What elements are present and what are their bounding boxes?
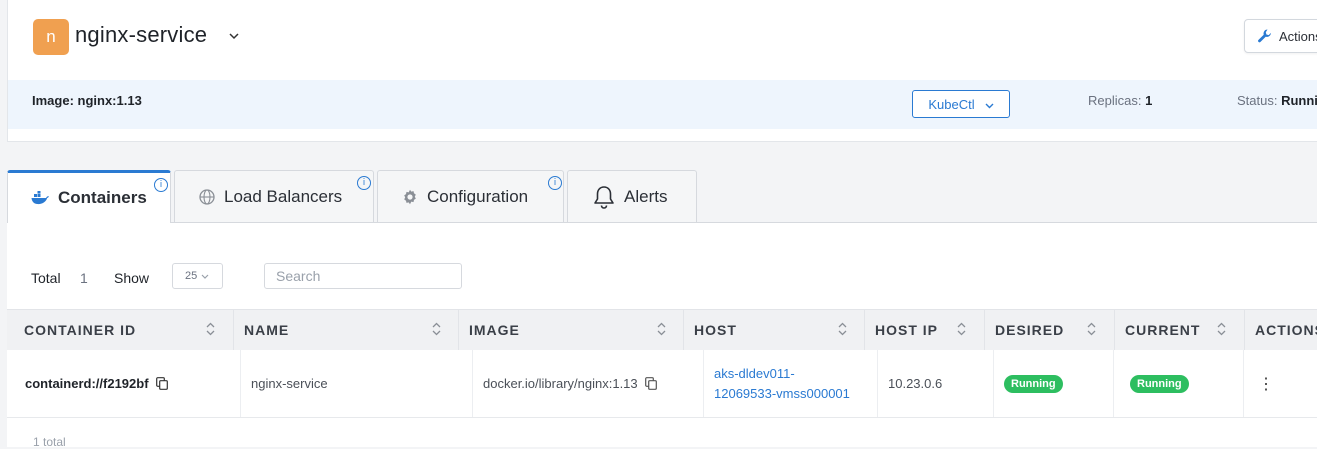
status-value: Running	[1281, 93, 1317, 108]
replicas-label: Replicas:	[1088, 93, 1142, 108]
actions-label: Actions	[1279, 28, 1317, 44]
cell-desired: Running	[993, 350, 1113, 417]
tab-label: Containers	[58, 188, 147, 207]
globe-icon	[199, 188, 215, 205]
host-link[interactable]: aks-dldev011- 12069533-vmss000001	[714, 364, 850, 404]
status-badge: Running	[1130, 374, 1189, 393]
page-title[interactable]: nginx-service	[75, 22, 207, 48]
column-label: HOST IP	[875, 322, 939, 338]
cell-actions: ⋮	[1243, 350, 1317, 417]
status-label: Status:	[1237, 93, 1278, 108]
kubectl-dropdown[interactable]: KubeCtl	[912, 90, 1010, 118]
tab-load-balancers[interactable]: Load Balancers i	[174, 170, 374, 222]
footer-total: 1 total	[33, 435, 66, 449]
cell-container-id: containerd://f2192bf	[7, 350, 240, 417]
image-text: docker.io/library/nginx:1.13	[483, 376, 638, 391]
kubectl-label: KubeCtl	[928, 96, 975, 112]
cell-current: Running	[1113, 350, 1243, 417]
tab-label: Load Balancers	[224, 186, 343, 206]
image-label: Image: nginx:1.13	[32, 93, 142, 108]
column-label: ACTIONS	[1255, 322, 1317, 338]
sort-icon[interactable]	[657, 322, 666, 336]
status-badge: Running	[1004, 374, 1063, 393]
info-icon[interactable]: i	[154, 178, 168, 192]
actions-button[interactable]: Actions	[1244, 19, 1317, 53]
sort-icon[interactable]	[206, 322, 215, 336]
copy-icon[interactable]	[644, 377, 657, 390]
status-stat: Status: Running	[1237, 93, 1317, 108]
tab-label: Alerts	[624, 186, 668, 206]
column-header-container-id[interactable]: CONTAINER ID	[7, 310, 233, 350]
column-header-host-ip[interactable]: HOST IP	[864, 310, 984, 350]
host-text-line: aks-dldev011-	[714, 365, 795, 381]
service-header: n nginx-service Actions Image: nginx:1.1…	[7, 0, 1317, 142]
replicas-value: 1	[1145, 93, 1153, 108]
docker-icon	[31, 191, 49, 205]
tab-alerts[interactable]: Alerts	[567, 170, 697, 222]
table-row: containerd://f2192bf nginx-service docke…	[7, 350, 1317, 418]
chevron-down-icon	[985, 97, 994, 112]
column-header-host[interactable]: HOST	[683, 310, 864, 350]
page-size-select[interactable]: 25	[172, 263, 223, 289]
table-header: CONTAINER ID NAME IMAGE HOST HOST IP DES…	[7, 309, 1317, 351]
total-count: 1	[80, 270, 88, 286]
replicas-stat: Replicas: 1	[1088, 93, 1152, 108]
search-input[interactable]	[264, 263, 462, 289]
total-label: Total	[31, 270, 61, 286]
tab-containers[interactable]: Containers i	[7, 170, 171, 223]
host-ip-text: 10.23.0.6	[888, 376, 943, 391]
column-label: HOST	[694, 322, 737, 338]
wrench-icon	[1257, 28, 1273, 44]
column-label: NAME	[244, 322, 290, 338]
cell-host: aks-dldev011- 12069533-vmss000001	[703, 350, 877, 417]
service-info-strip: Image: nginx:1.13 KubeCtl Replicas: 1 St…	[8, 80, 1317, 129]
info-icon[interactable]: i	[357, 176, 371, 190]
sort-icon[interactable]	[957, 322, 966, 336]
chevron-down-icon	[201, 270, 209, 282]
host-text-line: 12069533-vmss000001	[714, 385, 850, 401]
sort-icon[interactable]	[432, 322, 441, 336]
info-icon[interactable]: i	[548, 176, 562, 190]
column-header-current[interactable]: CURRENT	[1114, 310, 1244, 350]
column-label: CONTAINER ID	[24, 322, 137, 338]
sort-icon[interactable]	[1217, 322, 1226, 336]
bell-icon	[593, 185, 615, 209]
copy-icon[interactable]	[155, 377, 168, 390]
cell-name: nginx-service	[240, 350, 472, 417]
avatar: n	[33, 19, 69, 55]
column-label: IMAGE	[469, 322, 520, 338]
more-actions-icon[interactable]: ⋮	[1258, 374, 1274, 394]
container-id-text: containerd://f2192bf	[25, 376, 149, 391]
sort-icon[interactable]	[838, 322, 847, 336]
tab-label: Configuration	[427, 186, 529, 206]
gear-icon	[402, 189, 418, 205]
page-size-value: 25	[185, 270, 198, 282]
cell-host-ip: 10.23.0.6	[877, 350, 993, 417]
tab-configuration[interactable]: Configuration i	[377, 170, 564, 222]
containers-panel: Total 1 Show 25 CONTAINER ID NAME IMAGE …	[7, 222, 1317, 449]
column-header-actions: ACTIONS	[1244, 310, 1317, 350]
cell-image: docker.io/library/nginx:1.13	[472, 350, 703, 417]
show-label: Show	[114, 270, 150, 286]
column-label: CURRENT	[1125, 322, 1201, 338]
chevron-down-icon[interactable]	[229, 28, 239, 43]
name-text: nginx-service	[251, 376, 328, 391]
column-label: DESIRED	[995, 322, 1065, 338]
sort-icon[interactable]	[1087, 322, 1096, 336]
column-header-image[interactable]: IMAGE	[458, 310, 683, 350]
column-header-desired[interactable]: DESIRED	[984, 310, 1114, 350]
column-header-name[interactable]: NAME	[233, 310, 458, 350]
